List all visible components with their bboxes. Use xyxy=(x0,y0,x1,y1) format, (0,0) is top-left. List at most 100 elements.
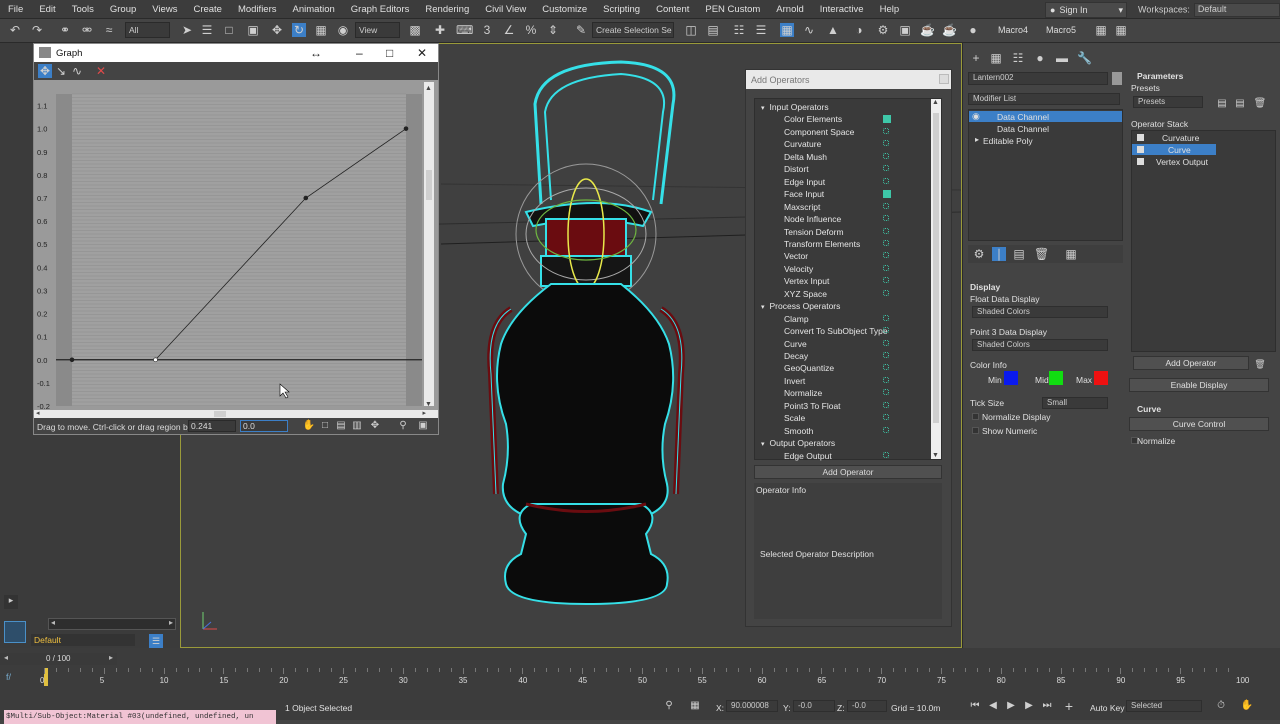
menu-animation[interactable]: Animation xyxy=(285,4,343,15)
menu-help[interactable]: Help xyxy=(872,4,908,15)
z-coordinate-field[interactable]: -0.0 xyxy=(847,700,887,712)
select-object-icon[interactable]: ➤ xyxy=(180,23,194,37)
menu-tools[interactable]: Tools xyxy=(64,4,102,15)
operator-item[interactable]: Color Elements xyxy=(784,114,842,124)
operator-category[interactable]: ▾ Input Operators xyxy=(761,102,829,112)
operator-item[interactable]: Vertex Input xyxy=(784,276,829,286)
arnold-render-icon[interactable]: ● xyxy=(966,23,980,37)
edit-named-selection-icon[interactable]: ✎ xyxy=(574,23,588,37)
menu-content[interactable]: Content xyxy=(648,4,697,15)
normalize-display-checkbox[interactable] xyxy=(972,413,979,420)
operator-item[interactable]: Distort xyxy=(784,164,809,174)
goto-end-icon[interactable]: ⏭ xyxy=(1040,699,1054,713)
zoom-region-icon[interactable]: ⚲ xyxy=(396,419,410,433)
rendered-frame-icon[interactable]: ▣ xyxy=(898,23,912,37)
operator-item[interactable]: Velocity xyxy=(784,264,813,274)
graph-titlebar[interactable]: Graph ↔ – □ ✕ xyxy=(34,44,438,62)
graph-hscrollbar[interactable]: ◂ ▸ xyxy=(34,410,438,418)
zoom-horizontal-icon[interactable]: ▤ xyxy=(334,419,348,433)
reference-coordinate-dropdown[interactable]: View xyxy=(355,22,400,38)
curve-control-button[interactable]: Curve Control xyxy=(1129,417,1269,431)
scroll-up-icon[interactable]: ▲ xyxy=(932,99,939,106)
checkbox-icon[interactable] xyxy=(1137,158,1144,165)
collapse-arrow-icon[interactable]: ▾ xyxy=(761,105,765,112)
point3-display-dropdown[interactable]: Shaded Colors xyxy=(972,339,1108,351)
menu-arnold[interactable]: Arnold xyxy=(768,4,811,15)
menu-civil-view[interactable]: Civil View xyxy=(477,4,534,15)
enable-display-button[interactable]: Enable Display xyxy=(1129,378,1269,392)
layer-explorer-icon[interactable]: ☰ xyxy=(754,23,768,37)
scroll-left-icon[interactable]: ◂ xyxy=(51,618,55,627)
snaps-toggle-icon[interactable]: 3 xyxy=(480,23,494,37)
object-color-swatch[interactable] xyxy=(1112,72,1122,85)
operator-item[interactable]: Clamp xyxy=(784,314,809,324)
operator-item[interactable]: Component Space xyxy=(784,127,854,137)
select-manipulate-icon[interactable]: ✚ xyxy=(433,23,447,37)
viewport-nav-icon[interactable]: ✋ xyxy=(1240,699,1254,713)
operators-scrollbar[interactable]: ▲ ▼ xyxy=(931,99,941,459)
operator-item[interactable]: Node Influence xyxy=(784,214,841,224)
scale-point-icon[interactable]: ↘ xyxy=(54,64,68,78)
operator-vertex-output[interactable]: Vertex Output xyxy=(1132,156,1272,167)
operator-item[interactable]: Tension Deform xyxy=(784,227,844,237)
auto-key-button[interactable]: Auto Key xyxy=(1090,703,1125,713)
menu-scripting[interactable]: Scripting xyxy=(595,4,648,15)
operator-item[interactable]: Maxscript xyxy=(784,202,820,212)
menu-customize[interactable]: Customize xyxy=(534,4,595,15)
zoom-extents-icon[interactable]: □ xyxy=(318,419,332,433)
mirror-icon[interactable]: ◫ xyxy=(684,23,698,37)
menu-file[interactable]: File xyxy=(0,4,31,15)
redo-icon[interactable]: ↷ xyxy=(30,23,44,37)
operator-item[interactable]: Curve xyxy=(784,339,807,349)
menu-graph-editors[interactable]: Graph Editors xyxy=(343,4,418,15)
x-coordinate-field[interactable]: 90.000008 xyxy=(726,700,778,712)
collapse-arrow-icon[interactable]: ▾ xyxy=(761,304,765,311)
load-preset-icon[interactable]: ▤ xyxy=(1233,97,1247,111)
time-config-icon[interactable]: ⏱ xyxy=(1214,699,1228,713)
operator-item[interactable]: Edge Output xyxy=(784,451,832,461)
curve-point[interactable] xyxy=(153,357,158,363)
stack-item-data-channel-1[interactable]: ◉ Data Channel xyxy=(969,111,1122,122)
operator-item[interactable]: Scale xyxy=(784,413,805,423)
time-slider[interactable]: ◂ 0 / 100 ▸ xyxy=(0,653,117,665)
layer-dropdown[interactable]: Default xyxy=(31,634,135,646)
graph-canvas[interactable]: 1.1 1.0 0.9 0.8 0.7 0.6 0.5 0.4 0.3 0.2 0.1 0.0 -0.1… xyxy=(34,80,438,411)
render-iterative-icon[interactable]: ☕ xyxy=(942,23,957,37)
place-icon[interactable]: ◉ xyxy=(336,23,350,37)
modify-tab-icon[interactable]: ▦ xyxy=(989,51,1003,65)
expand-icon[interactable]: ▸ xyxy=(975,135,979,144)
pan-icon[interactable]: ✋ xyxy=(302,419,316,433)
operator-item[interactable]: Delta Mush xyxy=(784,152,827,162)
toolbar-icon-b[interactable]: ▦ xyxy=(1114,23,1128,37)
zoom-region-alt-icon[interactable]: ▣ xyxy=(416,419,430,433)
menu-views[interactable]: Views xyxy=(144,4,185,15)
add-operator-param-button[interactable]: Add Operator xyxy=(1133,356,1249,370)
menu-pen-custom[interactable]: PEN Custom xyxy=(697,4,768,15)
y-value-field[interactable]: 0.0 xyxy=(240,420,288,432)
maxscript-listener[interactable]: $Multi/Sub-Object:Material #03(undefined… xyxy=(4,710,276,724)
save-preset-icon[interactable]: ▤ xyxy=(1215,97,1229,111)
x-value-field[interactable]: 0.241 xyxy=(188,420,236,432)
curve-point[interactable] xyxy=(69,357,75,363)
minimize-icon[interactable]: – xyxy=(356,46,363,60)
resize-handle-icon[interactable]: ↔ xyxy=(310,46,322,60)
curve-type-icon[interactable]: ∿ xyxy=(70,64,84,78)
align-icon[interactable]: ▤ xyxy=(706,23,720,37)
operator-item[interactable]: Curvature xyxy=(784,139,821,149)
undo-icon[interactable]: ↶ xyxy=(8,23,22,37)
operator-item[interactable]: Normalize xyxy=(784,388,822,398)
pin-stack-icon[interactable]: ⚙ xyxy=(972,247,986,261)
selection-region-icon[interactable]: □ xyxy=(222,23,236,37)
goto-start-icon[interactable]: ⏮ xyxy=(968,699,982,713)
next-key-icon[interactable]: ▶ xyxy=(1022,699,1036,713)
close-icon[interactable]: ✕ xyxy=(417,46,427,60)
display-tab-icon[interactable]: ▬ xyxy=(1055,51,1069,65)
rotate-icon[interactable]: ↻ xyxy=(292,23,306,37)
named-selection-set-dropdown[interactable]: Create Selection Se xyxy=(592,22,674,38)
add-operator-button[interactable]: Add Operator xyxy=(754,465,942,479)
stack-item-data-channel-2[interactable]: Data Channel xyxy=(969,123,1122,134)
object-name-field[interactable]: Lantern002 xyxy=(968,72,1108,85)
window-crossing-icon[interactable]: ▣ xyxy=(246,23,260,37)
curve-point[interactable] xyxy=(403,126,409,131)
macro4-button[interactable]: Macro4 xyxy=(998,25,1028,35)
